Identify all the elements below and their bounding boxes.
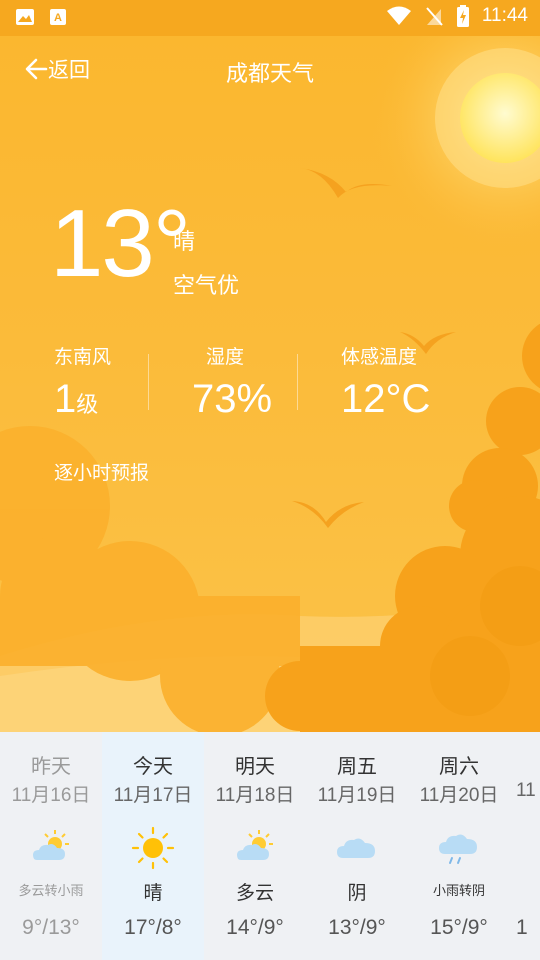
forecast-temps: 15°/9° xyxy=(430,916,488,939)
partly-cloudy-icon xyxy=(33,830,69,860)
feels-like-label: 体感温度 xyxy=(341,346,418,368)
feels-like-value: 12°C xyxy=(341,377,431,421)
divider xyxy=(148,354,149,410)
svg-text:A: A xyxy=(54,12,62,24)
forecast-temps: 13°/9° xyxy=(328,916,386,939)
wind-stat: 东南风 1级 xyxy=(54,342,111,426)
rain-cloud-icon xyxy=(439,834,477,864)
forecast-condition: 多云转小雨 xyxy=(18,884,84,899)
wind-label: 东南风 xyxy=(54,346,112,368)
forecast-date: 11月20日 xyxy=(419,785,499,806)
forecast-day[interactable]: 昨天 11月16日 多云转小雨 9°/13° xyxy=(0,732,102,960)
sun-icon xyxy=(131,826,175,870)
forecast-day[interactable]: 今天 11月17日 晴 17°/8° xyxy=(102,732,204,960)
forecast-day-name: 今天 xyxy=(133,754,173,778)
air-quality: 空气优 xyxy=(173,274,240,299)
forecast-date: 11 xyxy=(516,780,536,801)
daily-forecast: 昨天 11月16日 多云转小雨 9°/13° 今天 11月17日 晴 17°/8… xyxy=(0,732,540,960)
forecast-day[interactable]: 明天 11月18日 多云 14°/9° xyxy=(204,732,306,960)
forecast-date: 11月18日 xyxy=(215,785,295,806)
forecast-day-name: 周五 xyxy=(337,754,377,778)
top-bar: 返回 成都天气 xyxy=(0,36,540,102)
cloud-icon xyxy=(337,838,375,858)
forecast-day[interactable]: 周六 11月20日 小雨转阴 15°/9° xyxy=(408,732,510,960)
no-signal-icon xyxy=(426,7,443,26)
forecast-temps: 9°/13° xyxy=(22,916,80,939)
gallery-icon xyxy=(16,9,34,25)
status-bar: A 11:44 xyxy=(0,0,540,36)
forecast-condition: 小雨转阴 xyxy=(432,884,485,899)
forecast-day-name: 明天 xyxy=(235,754,275,778)
humidity-label: 湿度 xyxy=(206,346,245,368)
partly-cloudy-icon xyxy=(237,830,273,860)
bird-icon xyxy=(292,501,364,528)
wind-value: 1 xyxy=(54,377,77,421)
current-temperature: 13° xyxy=(50,190,191,297)
forecast-temps: 1 xyxy=(516,916,528,939)
battery-charging-icon xyxy=(456,5,469,27)
forecast-date: 11月19日 xyxy=(317,785,397,806)
forecast-day[interactable]: 周五 11月19日 阴 13°/9° xyxy=(306,732,408,960)
humidity-stat: 湿度 73% xyxy=(192,342,272,419)
page-title: 成都天气 xyxy=(225,62,314,87)
wind-unit: 级 xyxy=(76,393,99,418)
forecast-condition: 阴 xyxy=(347,882,367,904)
forecast-date: 11月16日 xyxy=(11,785,91,806)
humidity-value: 73% xyxy=(192,377,273,421)
forecast-condition: 多云 xyxy=(235,882,274,904)
clock-time: 11:44 xyxy=(481,5,528,26)
weather-hero: 返回 成都天气 13° 晴 空气优 东南风 1级 湿度 73% 体感温度 12°… xyxy=(0,36,540,732)
forecast-day-name: 昨天 xyxy=(31,754,71,778)
font-icon: A xyxy=(50,9,66,25)
forecast-temps: 14°/9° xyxy=(226,916,284,939)
feels-like-stat: 体感温度 12°C xyxy=(341,342,430,419)
forecast-day-name: 周六 xyxy=(439,754,479,778)
hourly-forecast-link[interactable]: 逐小时预报 xyxy=(54,458,149,485)
forecast-temps: 17°/8° xyxy=(124,916,182,939)
forecast-day[interactable]: 11 1 xyxy=(510,732,540,960)
current-condition: 晴 xyxy=(173,230,196,255)
forecast-date: 11月17日 xyxy=(113,785,193,806)
divider xyxy=(297,354,298,410)
forecast-condition: 晴 xyxy=(143,882,163,904)
wifi-icon xyxy=(386,6,411,25)
